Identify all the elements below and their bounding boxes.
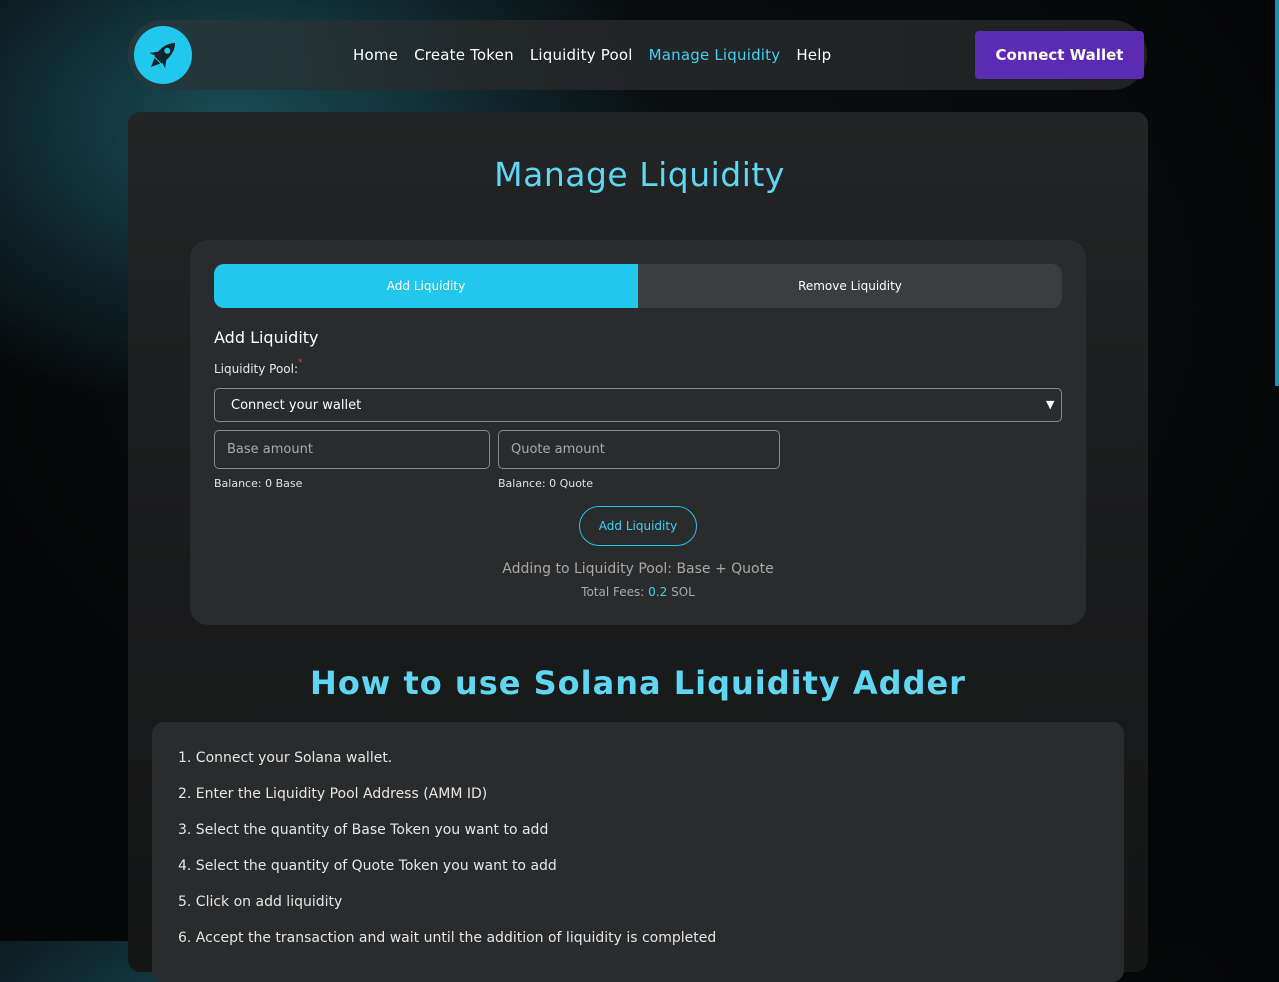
connect-wallet-button[interactable]: Connect Wallet xyxy=(975,31,1144,79)
required-mark: * xyxy=(298,358,303,368)
form-section-title: Add Liquidity xyxy=(214,328,319,347)
chevron-down-icon: ▼ xyxy=(1046,398,1055,411)
total-fees: Total Fees: 0.2 SOL xyxy=(0,585,1276,599)
quote-amount-input[interactable] xyxy=(498,430,780,469)
tab-add-liquidity[interactable]: Add Liquidity xyxy=(214,264,638,308)
fees-label: Total Fees: xyxy=(581,585,645,599)
quote-balance: Balance: 0 Quote xyxy=(498,477,594,490)
liquidity-pool-label-text: Liquidity Pool: xyxy=(214,362,299,376)
howto-title: How to use Solana Liquidity Adder xyxy=(310,664,966,702)
navbar: Home Create Token Liquidity Pool Manage … xyxy=(128,20,1147,90)
pool-info-text: Adding to Liquidity Pool: Base + Quote xyxy=(502,561,774,577)
page-title: Manage Liquidity xyxy=(494,155,785,194)
base-balance: Balance: 0 Base xyxy=(214,477,303,490)
nav-links: Home Create Token Liquidity Pool Manage … xyxy=(353,20,831,90)
nav-help[interactable]: Help xyxy=(796,46,831,64)
add-liquidity-button[interactable]: Add Liquidity xyxy=(579,506,697,546)
nav-create-token[interactable]: Create Token xyxy=(414,46,514,64)
liquidity-tabs: Add Liquidity Remove Liquidity xyxy=(214,264,1062,308)
howto-steps-list: 1. Connect your Solana wallet. 2. Enter … xyxy=(178,749,716,965)
fees-value: 0.2 xyxy=(648,585,668,599)
howto-step: 1. Connect your Solana wallet. xyxy=(178,750,393,766)
fees-unit: SOL xyxy=(671,585,695,599)
nav-home[interactable]: Home xyxy=(353,46,398,64)
liquidity-pool-label: Liquidity Pool:* xyxy=(214,358,303,376)
howto-step: 6. Accept the transaction and wait until… xyxy=(178,930,717,946)
tab-remove-liquidity[interactable]: Remove Liquidity xyxy=(638,264,1062,308)
nav-liquidity-pool[interactable]: Liquidity Pool xyxy=(530,46,633,64)
howto-step: 2. Enter the Liquidity Pool Address (AMM… xyxy=(178,786,488,802)
rocket-logo-icon[interactable] xyxy=(134,26,192,84)
howto-step: 5. Click on add liquidity xyxy=(178,894,343,910)
base-amount-input[interactable] xyxy=(214,430,490,469)
liquidity-pool-select[interactable]: Connect your wallet xyxy=(214,388,1062,422)
howto-step: 4. Select the quantity of Quote Token yo… xyxy=(178,858,557,874)
nav-manage-liquidity[interactable]: Manage Liquidity xyxy=(649,46,781,64)
howto-step: 3. Select the quantity of Base Token you… xyxy=(178,822,549,838)
